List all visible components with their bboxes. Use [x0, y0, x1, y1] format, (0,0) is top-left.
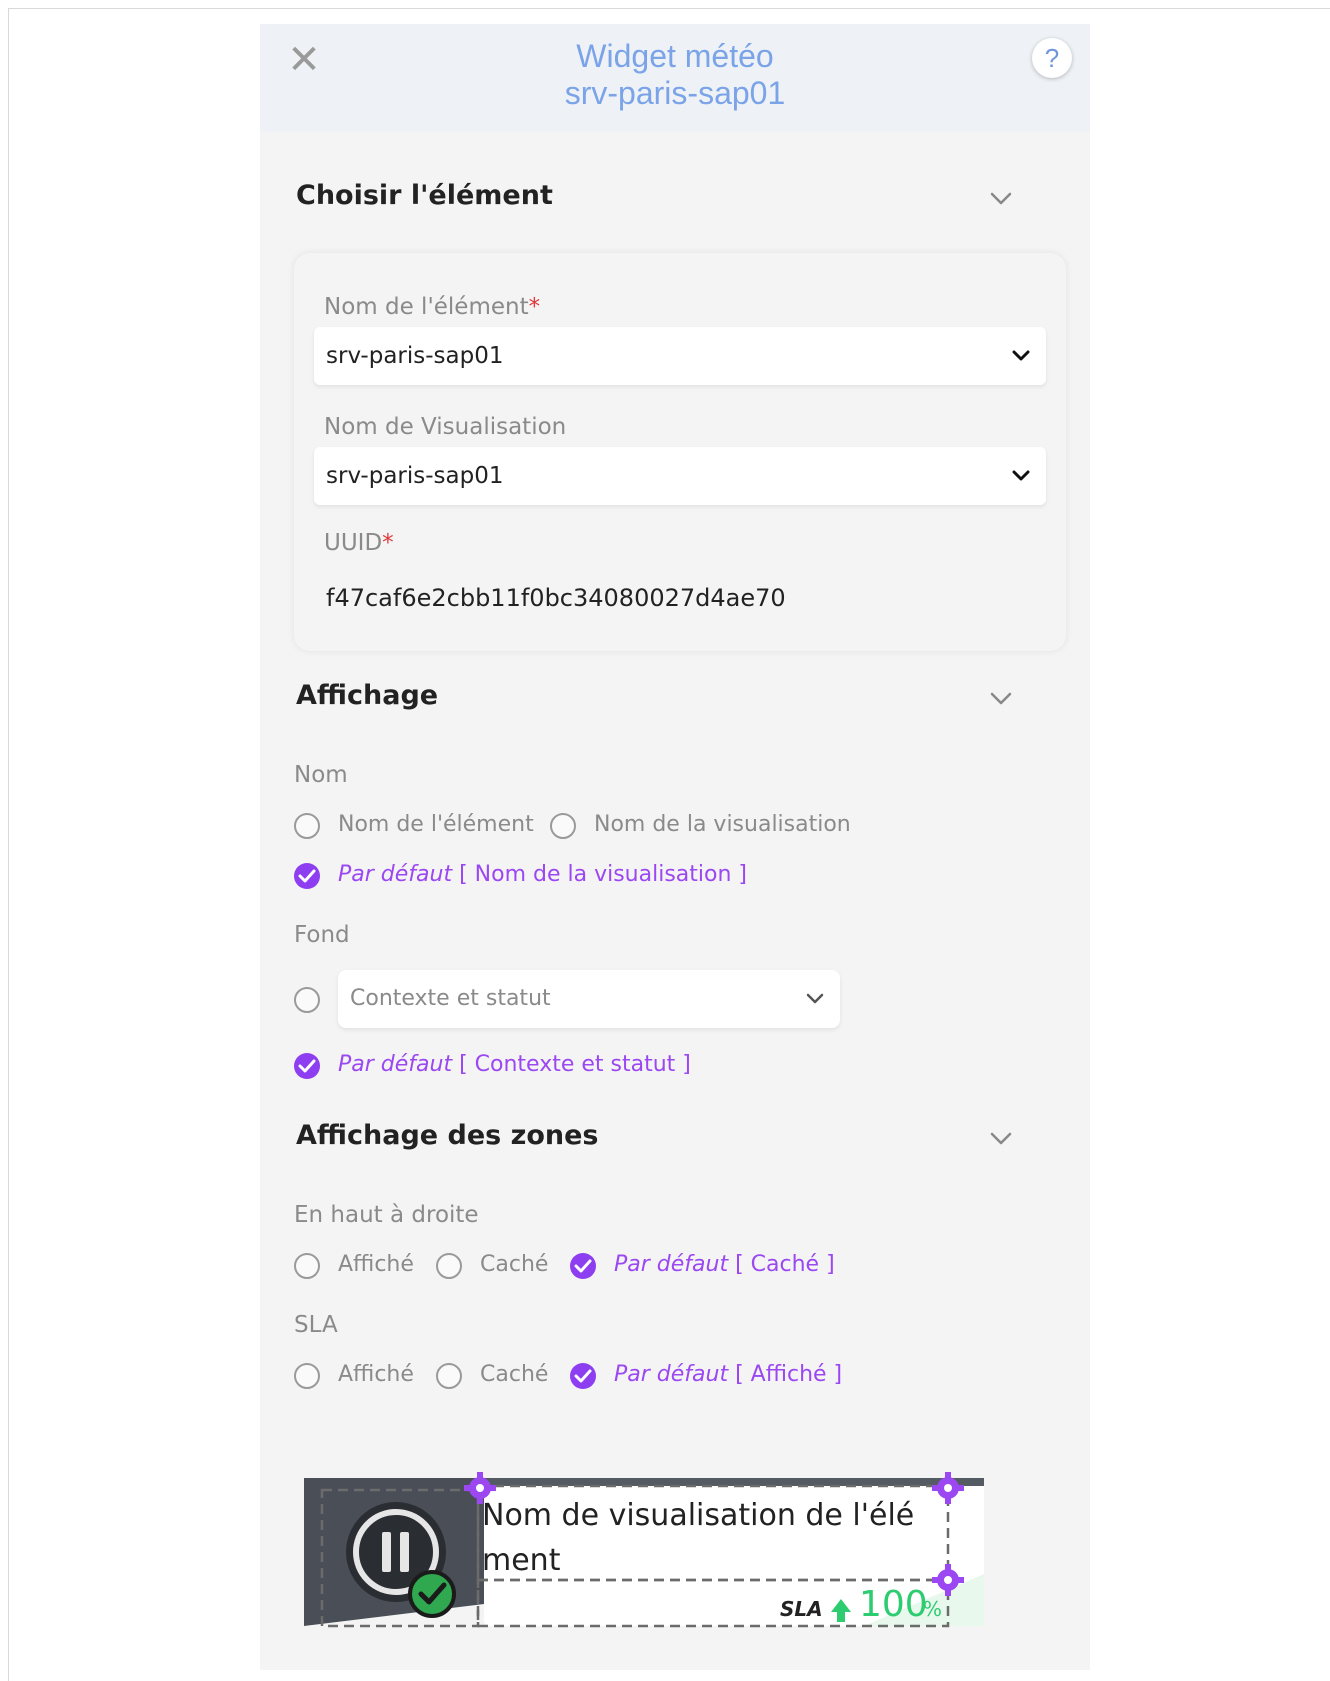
- chevron-down-icon[interactable]: [986, 184, 1016, 214]
- nom-visualisation-value: srv-paris-sap01: [326, 463, 504, 489]
- widget-config-panel: ✕ Widget météo srv-paris-sap01 ? Choisir…: [260, 24, 1090, 1670]
- opt-cache-label: Caché: [480, 1252, 549, 1277]
- chevron-down-icon[interactable]: [986, 1124, 1016, 1154]
- opt-cache-label: Caché: [480, 1362, 549, 1387]
- nom-visualisation-select[interactable]: srv-paris-sap01: [314, 447, 1046, 505]
- panel-header: ✕ Widget météo srv-paris-sap01 ?: [260, 24, 1090, 132]
- required-mark: *: [528, 294, 541, 320]
- nom-visualisation-label: Nom de Visualisation: [324, 414, 567, 440]
- fond-select-value: Contexte et statut: [350, 986, 551, 1011]
- panel-title-line2: srv-paris-sap01: [564, 75, 786, 111]
- preview-sla-unit: %: [923, 1597, 942, 1621]
- check-icon[interactable]: [294, 863, 320, 889]
- default-haut-droite-option: Par défaut [ Caché ]: [614, 1252, 835, 1277]
- default-haut-droite-value: [ Caché ]: [735, 1252, 835, 1277]
- help-icon[interactable]: ?: [1032, 38, 1072, 78]
- close-icon[interactable]: ✕: [284, 40, 324, 80]
- panel-title: Widget météo srv-paris-sap01: [360, 38, 990, 112]
- radio-nom-visualisation[interactable]: [550, 813, 576, 839]
- uuid-value: f47caf6e2cbb11f0bc34080027d4ae70: [326, 584, 786, 612]
- check-icon[interactable]: [570, 1363, 596, 1389]
- chevron-down-icon[interactable]: [986, 684, 1016, 714]
- nom-element-label-text: Nom de l'élément: [324, 294, 529, 320]
- check-icon[interactable]: [294, 1053, 320, 1079]
- default-prefix: Par défaut: [614, 1252, 729, 1277]
- widget-preview: Nom de visualisation de l'élé ment SLA 1…: [304, 1472, 984, 1628]
- default-nom-option: Par défaut [ Nom de la visualisation ]: [338, 862, 747, 887]
- opt-nom-element-label: Nom de l'élément: [338, 812, 534, 837]
- default-prefix: Par défaut: [338, 1052, 453, 1077]
- fond-select[interactable]: Contexte et statut: [338, 970, 840, 1028]
- panel-title-line1: Widget météo: [576, 38, 774, 74]
- fond-label: Fond: [294, 922, 350, 948]
- radio-nom-element[interactable]: [294, 813, 320, 839]
- default-prefix: Par défaut: [338, 862, 453, 887]
- opt-affiche-label: Affiché: [338, 1362, 414, 1387]
- pause-bar-left: [382, 1532, 391, 1572]
- radio-fond[interactable]: [294, 987, 320, 1013]
- default-nom-value: [ Nom de la visualisation ]: [459, 862, 747, 887]
- section-title-affichage-zones: Affichage des zones: [296, 1120, 599, 1151]
- section-title-choisir-element: Choisir l'élément: [296, 180, 553, 211]
- chevron-down-icon: [1006, 461, 1036, 491]
- radio-haut-droite-cache[interactable]: [436, 1253, 462, 1279]
- preview-sla-value: 100: [859, 1584, 928, 1625]
- opt-nom-visualisation-label: Nom de la visualisation: [594, 812, 851, 837]
- sla-label: SLA: [294, 1312, 338, 1338]
- uuid-label: UUID*: [324, 530, 394, 556]
- radio-sla-affiche[interactable]: [294, 1363, 320, 1389]
- required-mark: *: [382, 530, 394, 556]
- preview-sla-label: SLA: [780, 1597, 823, 1621]
- opt-affiche-label: Affiché: [338, 1252, 414, 1277]
- nom-label: Nom: [294, 762, 348, 788]
- preview-name-line2: ment: [482, 1543, 561, 1578]
- nom-element-select[interactable]: srv-paris-sap01: [314, 327, 1046, 385]
- default-sla-option: Par défaut [ Affiché ]: [614, 1362, 842, 1387]
- pause-bar-right: [400, 1532, 409, 1572]
- default-fond-value: [ Contexte et statut ]: [459, 1052, 691, 1077]
- chevron-down-icon: [800, 984, 830, 1014]
- default-prefix: Par défaut: [614, 1362, 729, 1387]
- radio-sla-cache[interactable]: [436, 1363, 462, 1389]
- haut-droite-label: En haut à droite: [294, 1202, 479, 1228]
- default-sla-value: [ Affiché ]: [735, 1362, 843, 1387]
- section-title-affichage: Affichage: [296, 680, 439, 711]
- uuid-label-text: UUID: [324, 530, 383, 556]
- nom-element-label: Nom de l'élément*: [324, 294, 540, 320]
- nom-element-value: srv-paris-sap01: [326, 343, 504, 369]
- chevron-down-icon: [1006, 341, 1036, 371]
- radio-haut-droite-affiche[interactable]: [294, 1253, 320, 1279]
- preview-name-line1: Nom de visualisation de l'élé: [482, 1498, 914, 1533]
- ok-badge-icon: [408, 1570, 456, 1618]
- default-fond-option: Par défaut [ Contexte et statut ]: [338, 1052, 691, 1077]
- check-icon[interactable]: [570, 1253, 596, 1279]
